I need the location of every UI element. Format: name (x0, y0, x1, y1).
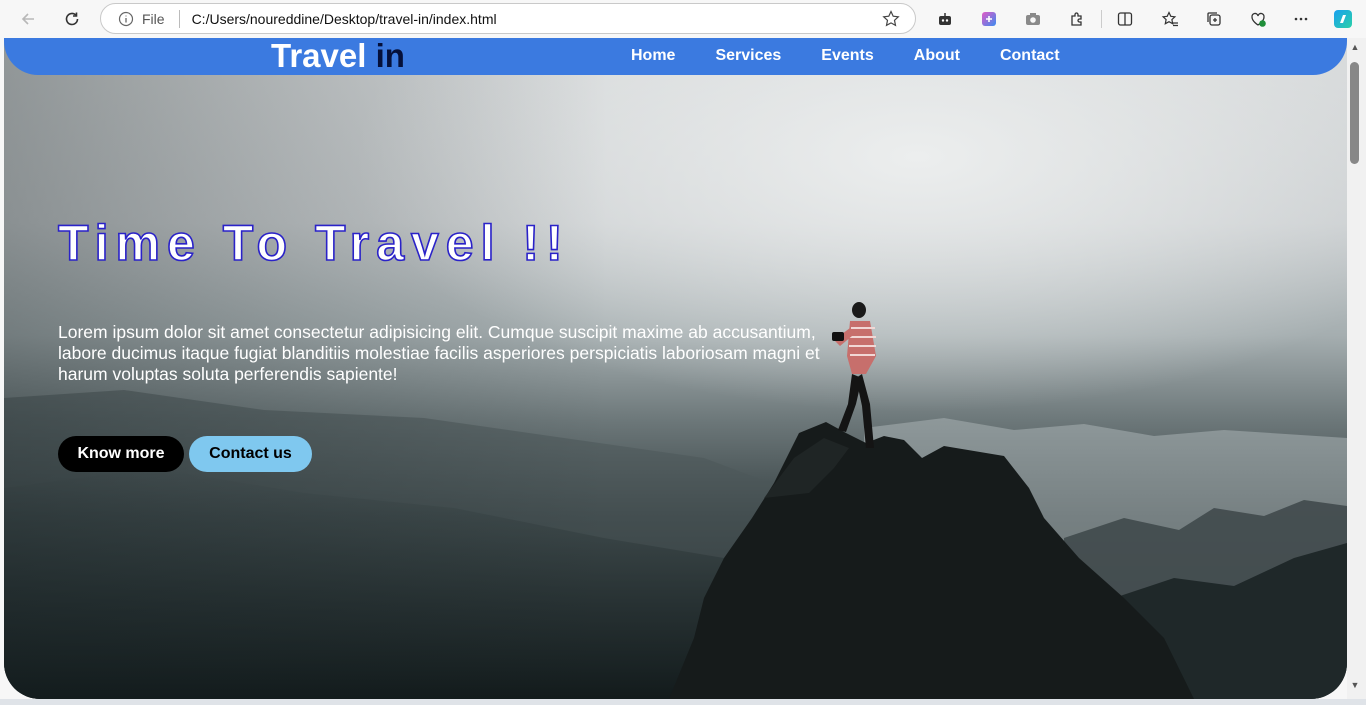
more-menu-icon[interactable] (1287, 5, 1315, 33)
logo-part-in: in (375, 38, 405, 74)
nav-events[interactable]: Events (821, 47, 873, 65)
favorites-icon[interactable] (1156, 5, 1184, 33)
scroll-down-icon[interactable]: ▼ (1350, 680, 1360, 690)
hero-lead-text: Lorem ipsum dolor sit amet consectetur a… (58, 322, 820, 384)
extension-gradient-icon[interactable] (975, 5, 1003, 33)
split-screen-icon[interactable] (1111, 5, 1139, 33)
nav-contact[interactable]: Contact (1000, 47, 1060, 65)
copilot-icon[interactable] (1329, 5, 1357, 33)
scrollbar-thumb[interactable] (1350, 62, 1359, 164)
site-info-label: File (142, 10, 165, 27)
address-divider (178, 9, 180, 28)
hero-section: Time To Travel !! Lorem ipsum dolor sit … (4, 38, 1347, 699)
nav-services[interactable]: Services (715, 47, 781, 65)
screenshot-camera-icon[interactable] (1019, 5, 1047, 33)
favorite-star-icon[interactable] (881, 9, 901, 34)
main-nav: Home Services Events About Contact (631, 47, 1100, 65)
hero-headline: Time To Travel !! (57, 214, 570, 272)
nav-home[interactable]: Home (631, 47, 675, 65)
page-scrollbar[interactable]: ▲ ▼ (1347, 38, 1366, 699)
copilot-bot-icon[interactable] (931, 5, 959, 33)
site-header: Travel in Home Services Events About Con… (4, 38, 1347, 75)
scroll-up-icon[interactable]: ▲ (1350, 42, 1360, 52)
contact-us-button[interactable]: Contact us (189, 436, 312, 472)
address-bar[interactable]: File C:/Users/noureddine/Desktop/travel-… (100, 3, 916, 34)
site-info[interactable]: File (118, 11, 165, 27)
collections-icon[interactable] (1200, 5, 1228, 33)
nav-about[interactable]: About (914, 47, 960, 65)
toolbar-divider (1101, 10, 1102, 28)
logo-part-travel: Travel (271, 38, 367, 74)
back-icon[interactable] (14, 5, 42, 33)
know-more-button[interactable]: Know more (58, 436, 184, 472)
extensions-puzzle-icon[interactable] (1063, 5, 1091, 33)
browser-toolbar: File C:/Users/noureddine/Desktop/travel-… (0, 0, 1366, 38)
taskbar-edge (0, 699, 1366, 705)
page-viewport: Time To Travel !! Lorem ipsum dolor sit … (4, 38, 1347, 699)
site-logo[interactable]: Travel in (271, 38, 405, 74)
info-icon (118, 11, 134, 26)
url-text[interactable]: C:/Users/noureddine/Desktop/travel-in/in… (192, 11, 497, 27)
refresh-icon[interactable] (58, 5, 86, 33)
browser-essentials-icon[interactable] (1244, 5, 1272, 33)
